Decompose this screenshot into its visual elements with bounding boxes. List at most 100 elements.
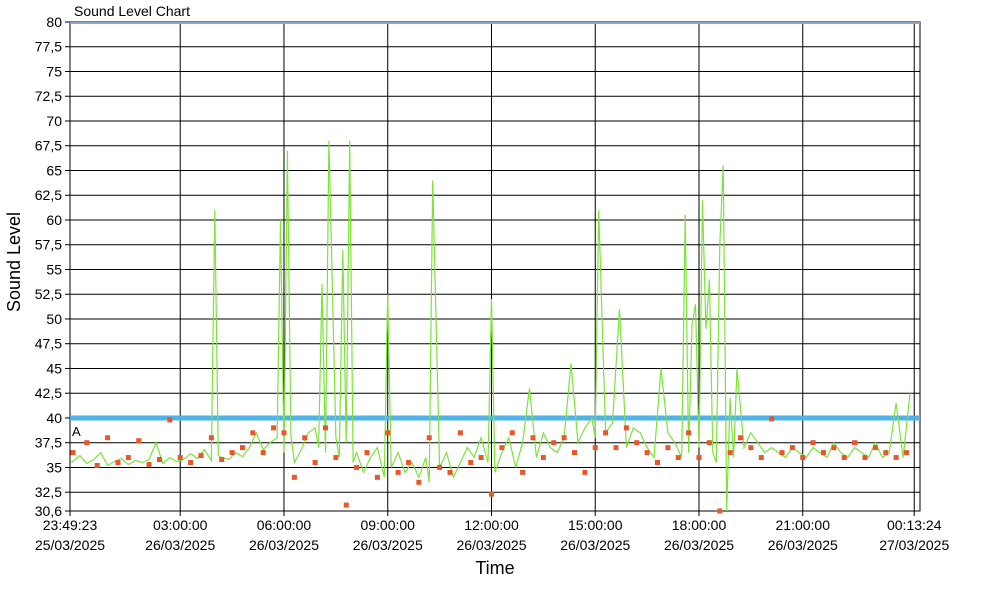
sound-level-point bbox=[530, 435, 536, 441]
sound-level-point bbox=[499, 445, 505, 451]
x-tick-date-label: 25/03/2025 bbox=[35, 537, 105, 553]
sound-level-point bbox=[94, 462, 100, 468]
sound-level-point bbox=[385, 430, 391, 436]
sound-level-point bbox=[613, 445, 619, 451]
sound-level-point bbox=[146, 461, 152, 467]
sound-level-point bbox=[405, 459, 411, 465]
sound-level-point bbox=[250, 430, 256, 436]
sound-level-point bbox=[395, 469, 401, 475]
sound-level-point bbox=[437, 464, 443, 470]
sound-level-point bbox=[136, 438, 142, 444]
sound-level-point bbox=[208, 435, 214, 441]
y-tick-label: 80 bbox=[46, 14, 62, 30]
sound-level-point bbox=[551, 440, 557, 446]
y-tick-label: 47,5 bbox=[35, 336, 62, 352]
sound-level-point bbox=[779, 450, 785, 456]
sound-level-point bbox=[821, 450, 827, 456]
sound-level-point bbox=[571, 450, 577, 456]
sound-level-point bbox=[105, 435, 111, 441]
sound-level-point bbox=[634, 440, 640, 446]
sound-level-chart: Sound Level Chart Time Sound Level 80 77,… bbox=[0, 0, 990, 588]
sound-level-point bbox=[260, 450, 266, 456]
sound-level-point bbox=[291, 474, 297, 480]
x-tick-date-label: 26/03/2025 bbox=[249, 537, 319, 553]
sound-level-point bbox=[748, 445, 754, 451]
sound-level-point bbox=[177, 455, 183, 461]
y-tick-label: 55 bbox=[46, 261, 62, 277]
chart-title: Sound Level Chart bbox=[74, 3, 190, 19]
y-tick-label: 40 bbox=[46, 410, 62, 426]
sound-level-point bbox=[468, 459, 474, 465]
sound-level-point bbox=[717, 508, 723, 514]
plot-area: 80 77,5 75 72,5 70 67,5 65 62,5 60 57,5 55 52,5 50 47… bbox=[35, 14, 950, 553]
x-tick-date-label: 27/03/2025 bbox=[879, 537, 949, 553]
x-tick-time-label: 06:00:00 bbox=[257, 517, 312, 533]
sound-level-point bbox=[416, 479, 422, 485]
sound-level-point bbox=[561, 435, 567, 441]
sound-level-point bbox=[229, 450, 235, 456]
y-tick-label: 37,5 bbox=[35, 435, 62, 451]
sound-level-point bbox=[426, 435, 432, 441]
y-tick-label: 67,5 bbox=[35, 138, 62, 154]
sound-level-point bbox=[706, 440, 712, 446]
x-tick-date-label: 26/03/2025 bbox=[456, 537, 526, 553]
sound-level-point bbox=[582, 469, 588, 475]
sound-level-point bbox=[333, 455, 339, 461]
sound-level-point bbox=[322, 425, 328, 431]
sound-level-point bbox=[312, 459, 318, 465]
sound-level-point bbox=[800, 455, 806, 461]
sound-level-point bbox=[644, 450, 650, 456]
sound-level-point bbox=[904, 450, 910, 456]
y-tick-label: 77,5 bbox=[35, 39, 62, 55]
marker-label: A bbox=[72, 424, 81, 439]
sound-level-point bbox=[219, 457, 225, 463]
sound-level-point bbox=[188, 459, 194, 465]
x-tick-time-label: 21:00:00 bbox=[776, 517, 831, 533]
sound-level-point bbox=[603, 430, 609, 436]
sound-level-point bbox=[592, 445, 598, 451]
sound-level-point bbox=[84, 440, 90, 446]
sound-level-point bbox=[478, 455, 484, 461]
sound-level-point bbox=[696, 455, 702, 461]
sound-level-point bbox=[488, 491, 494, 497]
sound-level-point bbox=[457, 430, 463, 436]
sound-level-point bbox=[364, 450, 370, 456]
sound-level-point bbox=[654, 459, 660, 465]
sound-level-point bbox=[302, 435, 308, 441]
sound-level-point bbox=[769, 416, 775, 422]
sound-level-point bbox=[883, 450, 889, 456]
sound-level-point bbox=[540, 455, 546, 461]
sound-level-point bbox=[831, 445, 837, 451]
sound-level-point bbox=[872, 445, 878, 451]
x-tick-date-label: 26/03/2025 bbox=[664, 537, 734, 553]
y-tick-label: 65 bbox=[46, 162, 62, 178]
y-tick-label: 32,5 bbox=[35, 484, 62, 500]
sound-level-point bbox=[810, 440, 816, 446]
y-tick-label: 60 bbox=[46, 212, 62, 228]
x-tick-time-label: 03:00:00 bbox=[153, 517, 208, 533]
sound-level-point bbox=[70, 450, 76, 456]
x-tick-time-label: 18:00:00 bbox=[672, 517, 727, 533]
sound-level-point bbox=[198, 453, 204, 459]
sound-level-point bbox=[862, 455, 868, 461]
sound-level-point bbox=[281, 430, 287, 436]
sound-level-point bbox=[167, 417, 173, 423]
sound-level-point bbox=[354, 464, 360, 470]
sound-level-point bbox=[675, 455, 681, 461]
y-tick-label: 52,5 bbox=[35, 286, 62, 302]
sound-level-point bbox=[374, 474, 380, 480]
x-tick-date-label: 26/03/2025 bbox=[145, 537, 215, 553]
y-tick-label: 62,5 bbox=[35, 187, 62, 203]
y-tick-label: 42,5 bbox=[35, 385, 62, 401]
x-tick-time-label: 09:00:00 bbox=[360, 517, 415, 533]
sound-level-point bbox=[520, 469, 526, 475]
y-tick-label: 45 bbox=[46, 360, 62, 376]
x-tick-time-label: 23:49:23 bbox=[43, 517, 98, 533]
sound-level-point bbox=[623, 425, 629, 431]
sound-level-point bbox=[893, 455, 899, 461]
sound-level-point bbox=[447, 469, 453, 475]
sound-level-point bbox=[686, 430, 692, 436]
x-tick-date-label: 26/03/2025 bbox=[560, 537, 630, 553]
y-tick-label: 70 bbox=[46, 113, 62, 129]
x-tick-date-label: 26/03/2025 bbox=[353, 537, 423, 553]
